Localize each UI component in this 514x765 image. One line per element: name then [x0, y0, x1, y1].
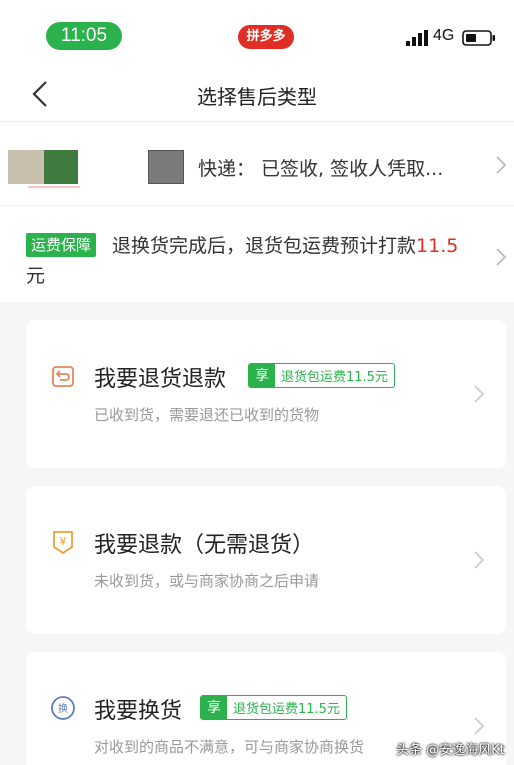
watermark: 头条 @安逸海风Kt — [396, 743, 505, 758]
delivery-status-text: 快递： 已签收, 签收人凭取... — [198, 158, 444, 180]
option-title: 我要换货 — [94, 699, 183, 724]
option-subtitle: 对收到的商品不满意，可与商家协商换货 — [94, 738, 365, 756]
chevron-right-icon — [474, 717, 485, 735]
option-subtitle: 已收到货，需要退还已收到的货物 — [94, 406, 320, 424]
chevron-right-icon — [474, 385, 485, 403]
product-thumbnail — [44, 150, 78, 184]
shipping-amount: 11.5 — [416, 235, 459, 257]
order-summary-row[interactable]: 快递： 已签收, 签收人凭取... — [0, 122, 514, 206]
product-thumbnail — [8, 150, 44, 184]
shipping-perk-badge: 享 退货包运费11.5元 — [248, 363, 395, 388]
option-refund-only[interactable]: ¥ 我要退款（无需退货） 未收到货，或与商家协商之后申请 — [26, 486, 506, 634]
perk-text: 退货包运费11.5元 — [233, 702, 340, 717]
page-title: 选择售后类型 — [197, 85, 317, 109]
shipping-guarantee-text: 退换货完成后，退货包运费预计打款11.5 — [112, 235, 459, 257]
svg-text:换: 换 — [58, 702, 68, 715]
shipping-guarantee-row[interactable]: 运费保障 退换货完成后，退货包运费预计打款11.5 元 — [0, 206, 514, 302]
battery-icon — [462, 30, 495, 46]
option-subtitle: 未收到货，或与商家协商之后申请 — [94, 572, 320, 590]
thumbnail-underline — [28, 186, 80, 188]
exchange-circle-icon: 换 — [51, 696, 75, 720]
perk-text: 退货包运费11.5元 — [281, 370, 388, 385]
shipping-perk-badge: 享 退货包运费11.5元 — [200, 695, 347, 720]
network-label: 4G — [433, 27, 455, 44]
return-box-icon — [52, 366, 74, 387]
svg-text:¥: ¥ — [60, 535, 67, 548]
product-thumbnail — [148, 150, 184, 184]
option-return-refund[interactable]: 我要退货退款 享 退货包运费11.5元 已收到货，需要退还已收到的货物 — [26, 320, 506, 468]
chevron-right-icon — [474, 551, 485, 569]
shipping-guarantee-text-cont: 元 — [26, 265, 46, 287]
perk-tag: 享 — [201, 696, 227, 719]
chevron-right-icon — [496, 248, 507, 266]
status-time: 11:05 — [46, 22, 122, 50]
app-badge: 拼多多 — [238, 25, 294, 49]
shipping-guarantee-badge: 运费保障 — [26, 233, 97, 257]
signal-icon — [406, 30, 428, 46]
option-title: 我要退款（无需退货） — [94, 533, 315, 558]
nav-bar: 选择售后类型 — [0, 66, 514, 122]
chevron-right-icon — [496, 156, 507, 174]
status-bar: 11:05 拼多多 4G — [0, 0, 514, 66]
refund-yen-icon: ¥ — [53, 531, 73, 555]
option-title: 我要退货退款 — [94, 367, 227, 392]
perk-tag: 享 — [249, 364, 275, 387]
